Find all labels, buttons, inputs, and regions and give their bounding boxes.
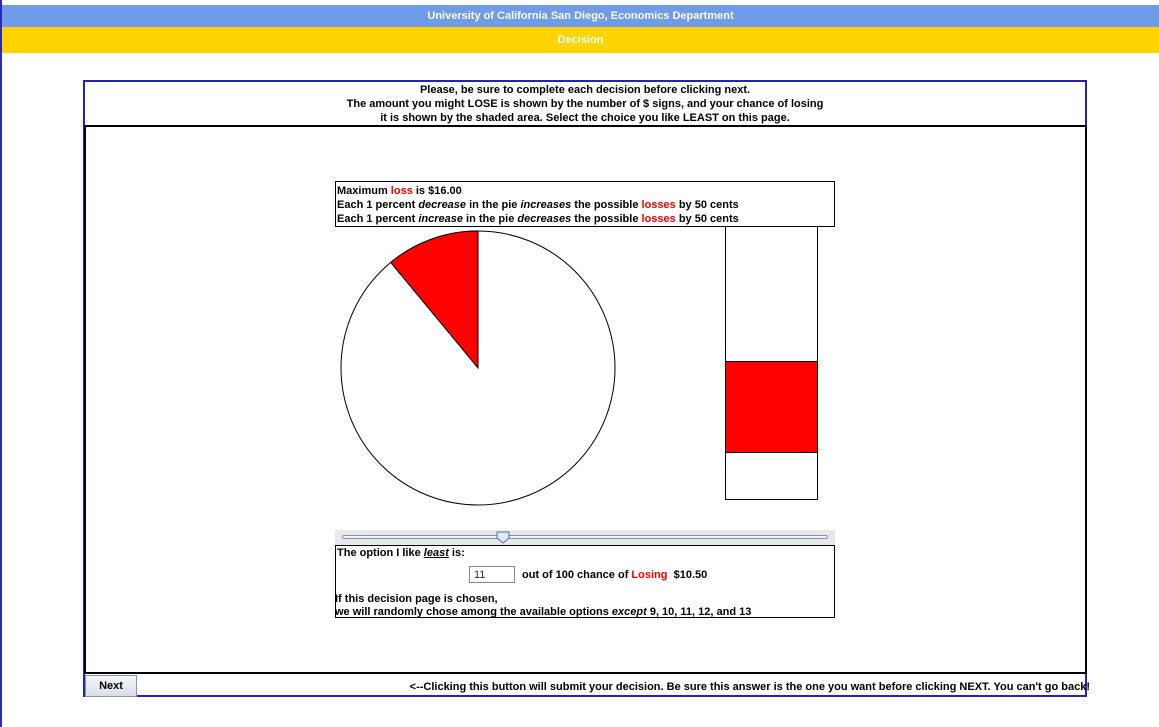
chance-description: out of 100 chance of Losing $10.50 [522,569,707,581]
slider-track[interactable] [342,535,828,539]
window-left-border [0,0,2,727]
chance-text: out of 100 chance of [522,569,632,581]
info-text: by 50 cents [675,213,739,225]
max-loss-line: Maximum loss is $16.00 [337,184,834,198]
info-text-decrease: decrease [418,199,467,211]
info-text: the possible [571,199,642,211]
selection-note-line-2: we will randomly chose among the availab… [335,606,751,619]
selection-note-text: 9, 10, 11, 12, and 13 [646,606,752,618]
info-text-loss: loss [390,185,413,197]
loss-bar-fill [725,361,818,453]
info-text-decreases: decreases [517,213,572,225]
info-text: Maximum [337,185,391,197]
loss-info-box: Maximum loss is $16.00 Each 1 percent de… [335,181,835,227]
option-label-text: The option I like [337,547,424,559]
next-button[interactable]: Next [85,675,137,697]
info-text: Each 1 percent [337,213,419,225]
info-text: by 50 cents [675,199,739,211]
page-title: Decision [2,27,1159,53]
option-label-text: is: [448,547,465,559]
info-text: the possible [571,213,642,225]
selection-note-line-1: If this decision page is chosen, [335,593,498,605]
selection-note-text: we will randomly chose among the availab… [335,606,612,618]
selection-note-except: except [611,606,647,618]
loss-probability-pie [340,230,616,506]
slider-thumb[interactable] [496,531,510,544]
department-header: University of California San Diego, Econ… [2,5,1159,27]
info-text-increase: increase [418,213,463,225]
decrease-rule-line: Each 1 percent decrease in the pie incre… [337,198,834,212]
chance-text-amount: $10.50 [667,569,708,581]
instruction-line-2: The amount you might LOSE is shown by th… [346,98,824,110]
instruction-line-3: it is shown by the shaded area. Select t… [380,112,790,124]
increase-rule-line: Each 1 percent increase in the pie decre… [337,212,834,226]
info-text-losses: losses [641,213,676,225]
option-label-least: least [423,547,449,559]
option-label: The option I like least is: [337,547,465,559]
selection-note: If this decision page is chosen, we will… [335,593,751,619]
info-text: in the pie [466,199,521,211]
chance-input[interactable] [469,566,515,583]
instruction-line-1: Please, be sure to complete each decisio… [419,84,751,96]
info-text: in the pie [462,213,518,225]
loss-amount-bar [725,226,818,500]
chance-text-losing: Losing [631,569,668,581]
info-text: Each 1 percent [337,199,419,211]
info-text-losses: losses [641,199,676,211]
instructions: Please, be sure to complete each decisio… [85,82,1085,127]
info-text-increases: increases [520,199,572,211]
info-text: is $16.00 [412,185,462,197]
next-warning: <--Clicking this button will submit your… [409,681,1090,693]
